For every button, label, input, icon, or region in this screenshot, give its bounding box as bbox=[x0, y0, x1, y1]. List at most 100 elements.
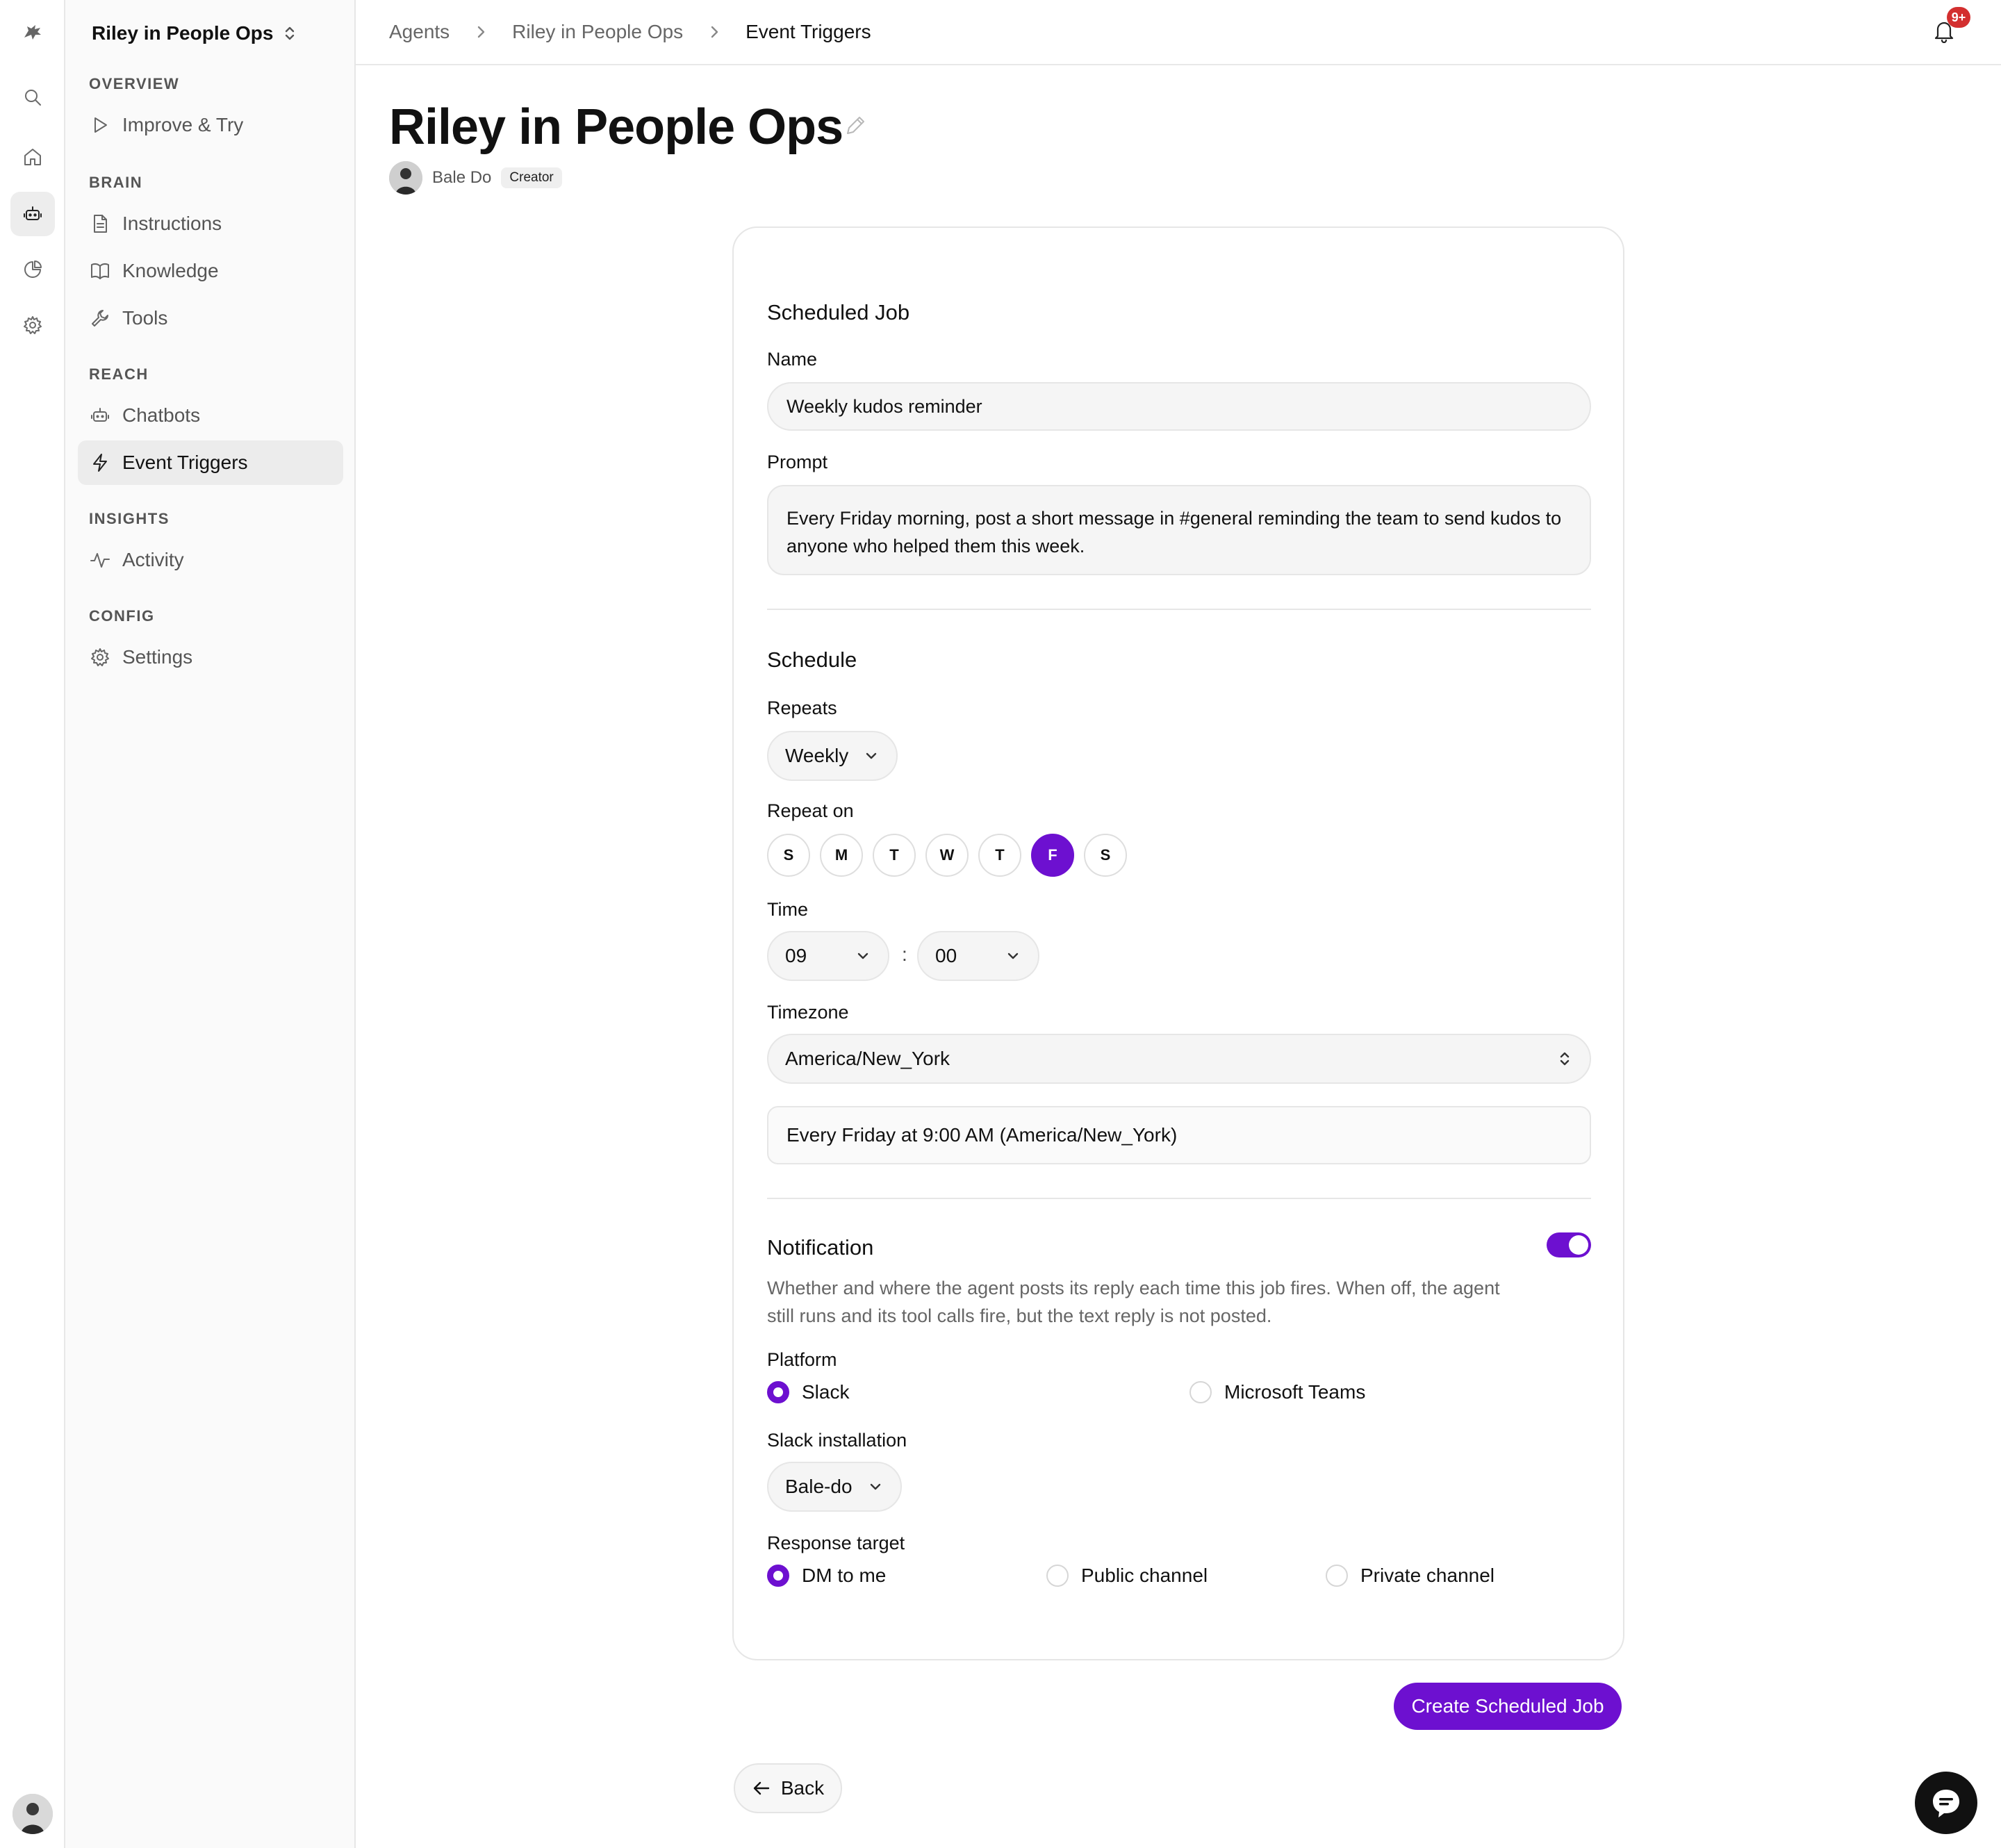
search-icon[interactable] bbox=[10, 75, 55, 119]
breadcrumb-agent[interactable]: Riley in People Ops bbox=[512, 21, 683, 43]
settings-icon[interactable] bbox=[10, 303, 55, 347]
sidebar-item-instructions[interactable]: Instructions bbox=[78, 201, 343, 246]
create-scheduled-job-button[interactable]: Create Scheduled Job bbox=[1394, 1683, 1622, 1730]
radio-unselected-icon bbox=[1189, 1381, 1212, 1403]
minute-select[interactable]: 00 bbox=[917, 931, 1039, 981]
radio-selected-icon bbox=[767, 1381, 789, 1403]
radio-label: Microsoft Teams bbox=[1224, 1381, 1366, 1403]
book-icon bbox=[91, 263, 109, 279]
scheduled-job-card: Scheduled Job Name Weekly kudos reminder… bbox=[732, 226, 1624, 1660]
chevron-down-icon bbox=[866, 752, 877, 759]
home-icon[interactable] bbox=[10, 135, 55, 179]
pencil-icon bbox=[847, 117, 864, 134]
sidebar-item-improve[interactable]: Improve & Try bbox=[78, 103, 343, 147]
activity-icon bbox=[90, 553, 110, 568]
breadcrumb-current: Event Triggers bbox=[746, 21, 871, 42]
name-field[interactable]: Weekly kudos reminder bbox=[767, 382, 1591, 431]
day-toggle-thursday[interactable]: T bbox=[978, 834, 1021, 877]
sidebar-item-settings[interactable]: Settings bbox=[78, 635, 343, 679]
response-label: Response target bbox=[767, 1533, 905, 1553]
chevron-right-icon bbox=[711, 26, 718, 38]
platform-option-teams[interactable]: Microsoft Teams bbox=[1189, 1381, 1365, 1403]
repeats-value: Weekly bbox=[785, 745, 849, 766]
chat-support-button[interactable] bbox=[1915, 1772, 1977, 1834]
workspace-name: Riley in People Ops bbox=[92, 22, 274, 44]
sidebar-item-chatbots[interactable]: Chatbots bbox=[78, 393, 343, 438]
radio-label: Private channel bbox=[1360, 1565, 1495, 1586]
day-toggle-monday[interactable]: M bbox=[820, 834, 863, 877]
logo-icon[interactable] bbox=[10, 10, 55, 54]
arrow-left-icon bbox=[753, 1781, 770, 1795]
divider bbox=[767, 1198, 1591, 1199]
section-heading-schedule: Schedule bbox=[767, 647, 857, 672]
notifications-button[interactable]: 9+ bbox=[1932, 7, 1970, 46]
edit-title-button[interactable] bbox=[843, 114, 867, 138]
role-badge: Creator bbox=[501, 167, 562, 188]
lightning-icon bbox=[93, 454, 107, 472]
day-toggle-friday[interactable]: F bbox=[1031, 834, 1074, 877]
timezone-value: America/New_York bbox=[785, 1048, 950, 1069]
radio-label: Public channel bbox=[1081, 1565, 1208, 1586]
response-option-private[interactable]: Private channel bbox=[1326, 1565, 1494, 1587]
repeats-select[interactable]: Weekly bbox=[767, 731, 898, 781]
sidebar-item-label: Instructions bbox=[122, 213, 222, 234]
owner-info: Bale Do Creator bbox=[389, 161, 562, 195]
schedule-summary: Every Friday at 9:00 AM (America/New_Yor… bbox=[767, 1106, 1591, 1164]
timezone-label: Timezone bbox=[767, 1002, 849, 1023]
radio-unselected-icon bbox=[1046, 1565, 1069, 1587]
sidebar-item-activity[interactable]: Activity bbox=[78, 538, 343, 582]
installation-select[interactable]: Bale-do bbox=[767, 1462, 902, 1512]
back-button[interactable]: Back bbox=[734, 1763, 842, 1813]
schedule-summary-text: Every Friday at 9:00 AM (America/New_Yor… bbox=[787, 1124, 1178, 1146]
hour-value: 09 bbox=[785, 945, 807, 966]
sidebar-item-label: Activity bbox=[122, 549, 184, 570]
sidebar: Riley in People Ops OVERVIEW Improve & T… bbox=[65, 0, 356, 1848]
analytics-icon[interactable] bbox=[10, 247, 55, 292]
name-value: Weekly kudos reminder bbox=[787, 395, 982, 417]
sidebar-item-knowledge[interactable]: Knowledge bbox=[78, 249, 343, 293]
notification-badge: 9+ bbox=[1947, 7, 1970, 28]
back-label: Back bbox=[780, 1777, 825, 1799]
repeats-label: Repeats bbox=[767, 698, 837, 718]
chevron-down-icon bbox=[1007, 952, 1019, 959]
section-heading-job: Scheduled Job bbox=[767, 300, 910, 324]
sidebar-item-label: Chatbots bbox=[122, 404, 201, 426]
chevron-down-icon bbox=[857, 952, 868, 959]
section-label-brain: BRAIN bbox=[89, 174, 143, 191]
agent-icon[interactable] bbox=[10, 192, 55, 236]
workspace-switcher[interactable]: Riley in People Ops bbox=[92, 19, 298, 47]
breadcrumb-agents[interactable]: Agents bbox=[389, 21, 450, 43]
day-toggle-wednesday[interactable]: W bbox=[925, 834, 969, 877]
hour-select[interactable]: 09 bbox=[767, 931, 889, 981]
top-bar: Agents Riley in People Ops Event Trigger… bbox=[356, 0, 2001, 65]
installation-value: Bale-do bbox=[785, 1476, 853, 1497]
sidebar-item-event-triggers[interactable]: Event Triggers bbox=[78, 440, 343, 485]
notification-description: Whether and where the agent posts its re… bbox=[767, 1278, 1500, 1326]
section-label-overview: OVERVIEW bbox=[89, 75, 180, 92]
section-label-insights: INSIGHTS bbox=[89, 510, 170, 527]
section-label-config: CONFIG bbox=[89, 607, 155, 625]
repeat-on-label: Repeat on bbox=[767, 800, 854, 821]
chevron-right-icon bbox=[477, 26, 485, 38]
avatar bbox=[389, 161, 422, 195]
day-toggle-saturday[interactable]: S bbox=[1084, 834, 1127, 877]
installation-label: Slack installation bbox=[767, 1430, 907, 1451]
sidebar-item-label: Improve & Try bbox=[122, 114, 244, 135]
sidebar-item-label: Settings bbox=[122, 646, 193, 668]
icon-rail bbox=[0, 0, 65, 1848]
sidebar-item-tools[interactable]: Tools bbox=[78, 296, 343, 340]
platform-label: Platform bbox=[767, 1349, 837, 1370]
user-avatar[interactable] bbox=[13, 1794, 53, 1834]
notification-toggle[interactable] bbox=[1547, 1232, 1591, 1257]
chevron-up-down-icon bbox=[286, 26, 295, 40]
sidebar-item-label: Tools bbox=[122, 307, 168, 329]
prompt-field[interactable]: Every Friday morning, post a short messa… bbox=[767, 485, 1591, 575]
day-toggle-tuesday[interactable]: T bbox=[873, 834, 916, 877]
prompt-value: Every Friday morning, post a short messa… bbox=[787, 508, 1562, 556]
timezone-select[interactable]: America/New_York bbox=[767, 1034, 1591, 1084]
response-option-dm[interactable]: DM to me bbox=[767, 1565, 886, 1587]
response-option-public[interactable]: Public channel bbox=[1046, 1565, 1208, 1587]
day-toggle-sunday[interactable]: S bbox=[767, 834, 810, 877]
platform-option-slack[interactable]: Slack bbox=[767, 1381, 849, 1403]
time-separator: : bbox=[902, 943, 907, 965]
